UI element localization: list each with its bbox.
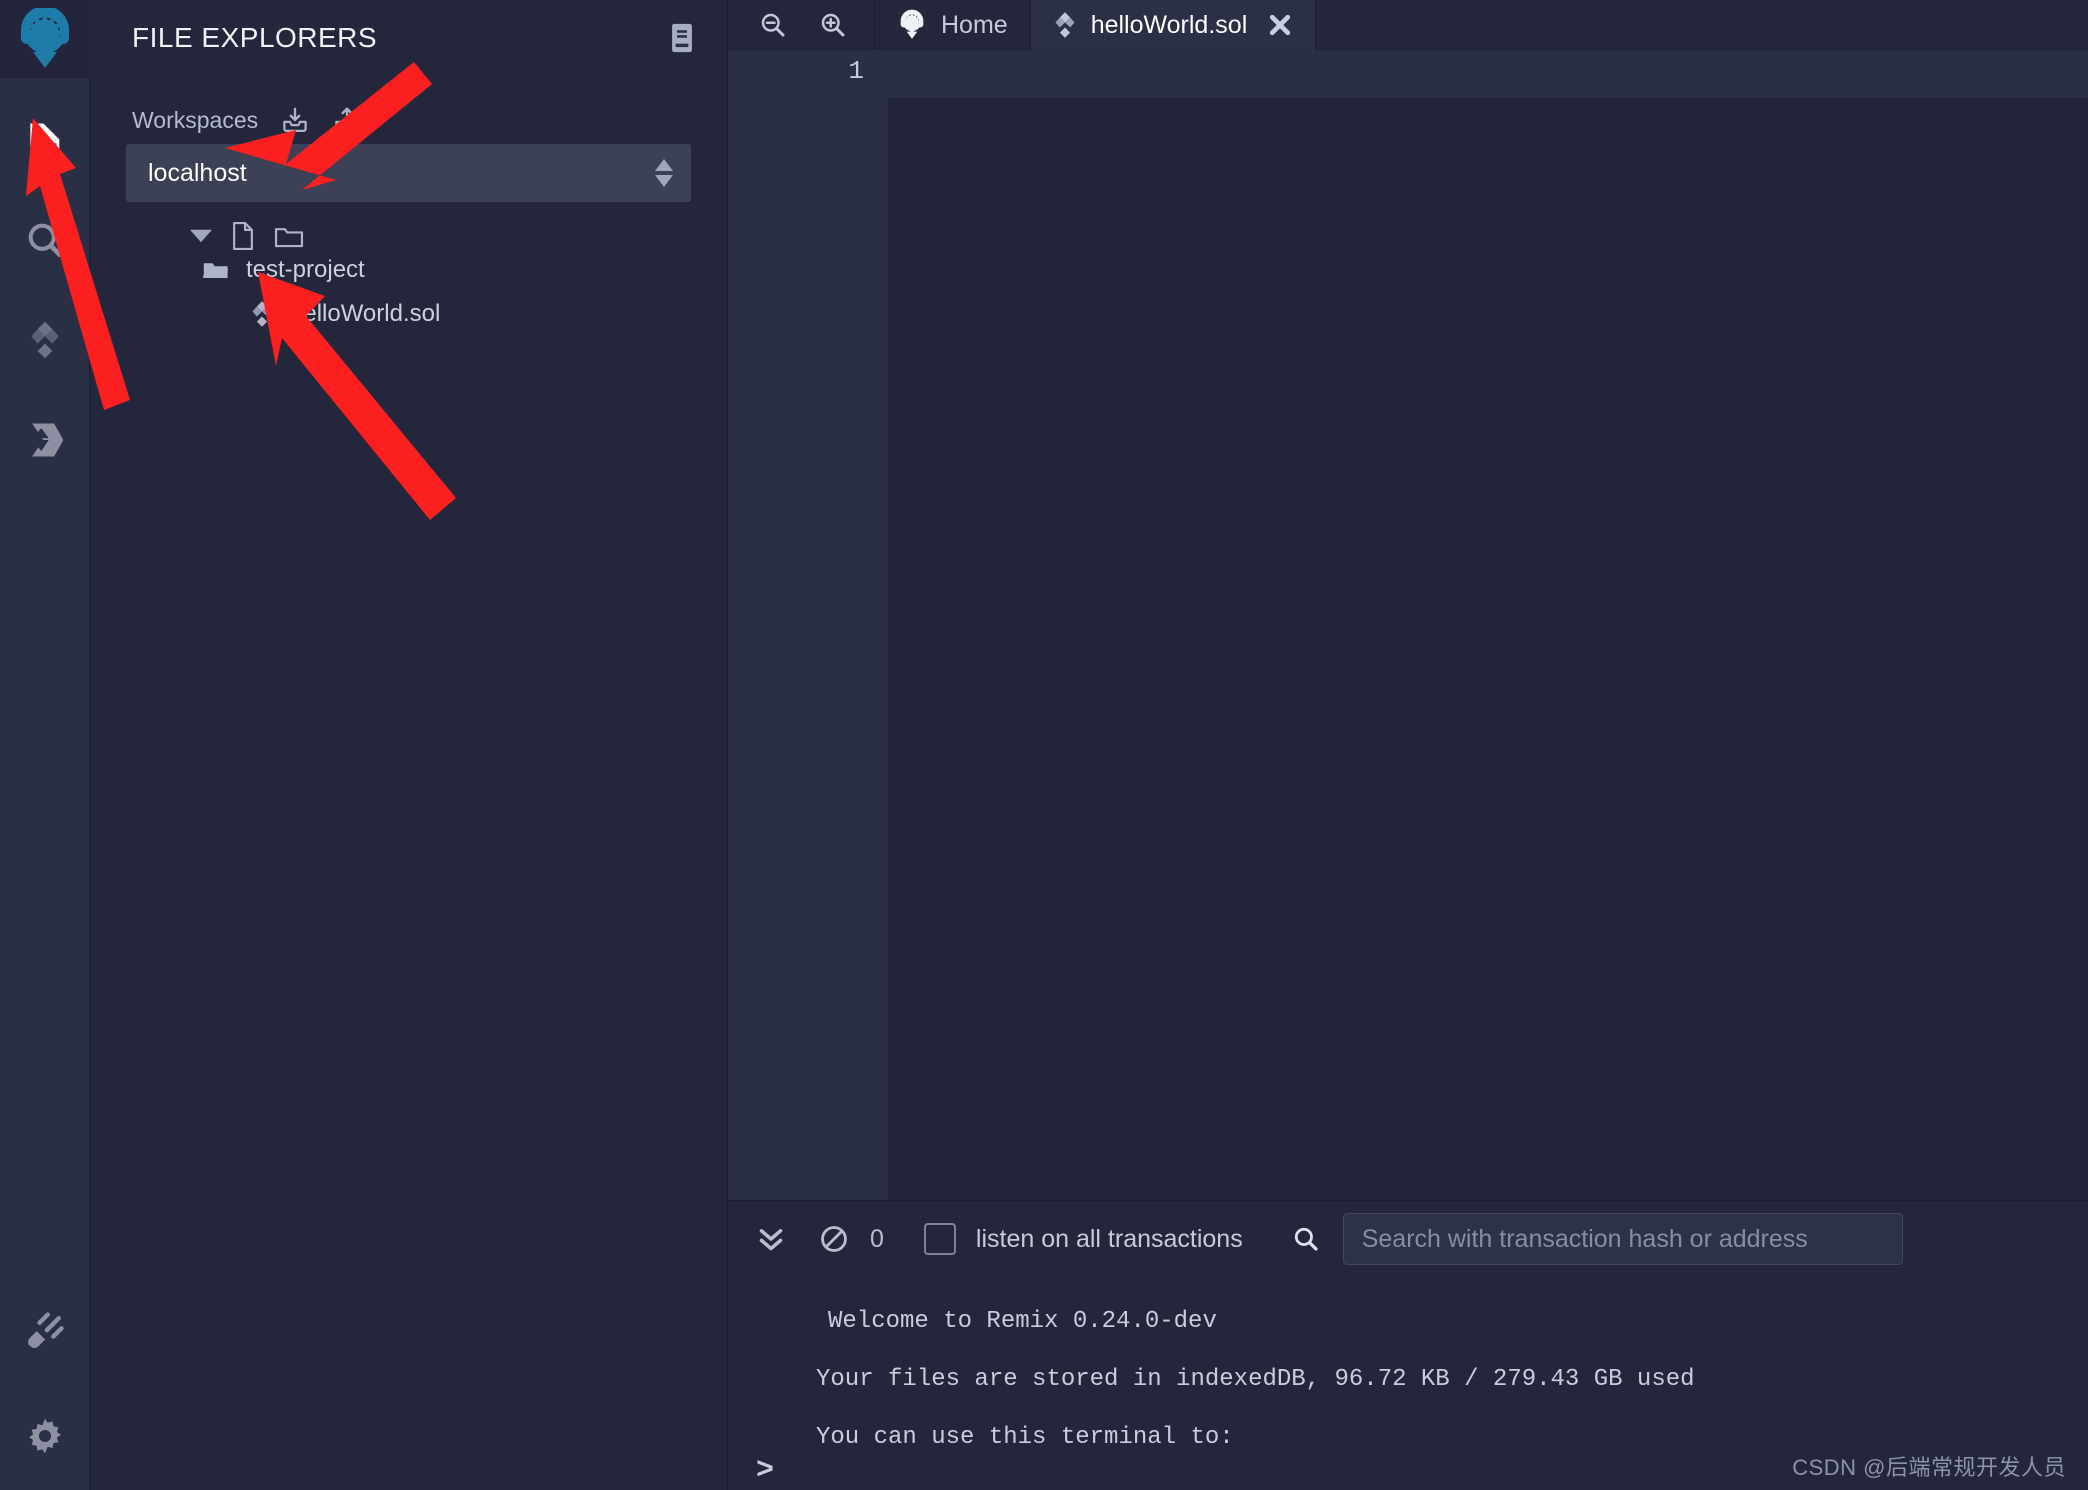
sidebar-item-solidity-compiler[interactable] bbox=[19, 314, 71, 366]
documentation-button[interactable] bbox=[667, 21, 697, 55]
caret-up-icon bbox=[655, 159, 673, 171]
sidebar-item-settings[interactable] bbox=[19, 1410, 71, 1462]
editor-line-number-gutter: 1 bbox=[728, 50, 888, 1200]
tree-item-test-project[interactable]: test-project bbox=[90, 248, 727, 292]
line-number: 1 bbox=[848, 56, 864, 86]
tree-item-label: helloWorld.sol bbox=[290, 300, 441, 327]
workspaces-row: Workspaces bbox=[90, 76, 727, 136]
terminal-line: Welcome to Remix 0.24.0-dev bbox=[828, 1308, 1217, 1335]
solidity-file-icon bbox=[1055, 12, 1075, 38]
tree-item-helloWorld-sol[interactable]: helloWorld.sol bbox=[90, 292, 727, 336]
ban-circle-icon bbox=[821, 1226, 847, 1252]
terminal-toolbar: 0 listen on all transactions bbox=[728, 1201, 2088, 1277]
ethereum-icon bbox=[31, 423, 63, 457]
gear-icon bbox=[29, 1418, 61, 1454]
sidebar-item-search[interactable] bbox=[19, 214, 71, 266]
workspace-select-value: localhost bbox=[148, 158, 247, 187]
file-explorer-header: FILE EXPLORERS bbox=[90, 0, 727, 76]
new-folder-button[interactable] bbox=[274, 223, 304, 249]
activity-bar bbox=[0, 0, 90, 1490]
zoom-in-icon bbox=[821, 13, 845, 37]
remix-logo-icon bbox=[20, 8, 69, 68]
export-workspace-button[interactable] bbox=[332, 105, 362, 135]
tab-label: Home bbox=[941, 10, 1008, 39]
workspace-select[interactable]: localhost bbox=[126, 144, 691, 202]
plug-icon bbox=[28, 1312, 64, 1349]
listen-on-all-transactions-label: listen on all transactions bbox=[975, 1224, 1243, 1253]
terminal-panel: 0 listen on all transactions Welcome to … bbox=[728, 1200, 2088, 1490]
sidebar-item-plugin-manager[interactable] bbox=[19, 1306, 71, 1358]
watermark: CSDN @后端常规开发人员 bbox=[1792, 1455, 2066, 1480]
editor-content[interactable] bbox=[888, 98, 2088, 1200]
tab-label: helloWorld.sol bbox=[1090, 10, 1248, 39]
terminal-collapse-button[interactable] bbox=[756, 1224, 818, 1254]
terminal-prompt[interactable]: > bbox=[756, 1454, 774, 1488]
caret-down-icon bbox=[190, 229, 212, 243]
page-title: FILE EXPLORERS bbox=[132, 22, 378, 53]
terminal-clear-button[interactable] bbox=[818, 1223, 870, 1255]
code-editor[interactable]: 1 bbox=[728, 50, 2088, 1200]
remix-logo bbox=[0, 0, 90, 78]
zoom-out-button[interactable] bbox=[758, 10, 788, 40]
editor-zoom-controls bbox=[728, 0, 875, 50]
editor-tabbar: Home helloWorld.sol bbox=[728, 0, 2088, 50]
import-workspace-button[interactable] bbox=[280, 105, 310, 135]
pending-transactions-count: 0 bbox=[870, 1224, 884, 1253]
file-explorer-panel: FILE EXPLORERS Workspaces localhost test… bbox=[90, 0, 728, 1490]
listen-on-all-transactions-checkbox[interactable] bbox=[923, 1223, 956, 1255]
file-tree-toolbar bbox=[90, 202, 727, 251]
tree-item-label: test-project bbox=[246, 256, 365, 283]
folder-open-icon bbox=[202, 263, 229, 278]
search-icon bbox=[1294, 1227, 1318, 1251]
remix-home-icon bbox=[900, 9, 924, 39]
collapse-all-button[interactable] bbox=[190, 228, 212, 244]
download-inbox-icon bbox=[283, 107, 307, 132]
workspace-select-spinner[interactable] bbox=[655, 159, 673, 187]
tab-home[interactable]: Home bbox=[875, 0, 1031, 50]
tab-close-button[interactable] bbox=[1267, 12, 1293, 38]
sidebar-item-file-explorers[interactable] bbox=[19, 114, 71, 166]
book-icon bbox=[672, 23, 692, 53]
upload-outbox-icon bbox=[335, 107, 359, 132]
caret-down-icon bbox=[655, 175, 673, 187]
new-file-button[interactable] bbox=[230, 221, 256, 251]
solidity-file-icon bbox=[252, 301, 272, 327]
close-icon bbox=[1270, 14, 1291, 36]
new-file-icon bbox=[233, 221, 253, 251]
terminal-line: Your files are stored in indexedDB, 96.7… bbox=[816, 1366, 1695, 1393]
new-folder-icon bbox=[274, 228, 304, 248]
search-icon bbox=[28, 223, 62, 258]
main-area: Home helloWorld.sol 1 0 listen on all tr… bbox=[728, 0, 2088, 1490]
solidity-icon bbox=[30, 321, 59, 359]
files-icon bbox=[29, 123, 59, 158]
sidebar-item-deploy-run[interactable] bbox=[19, 414, 71, 466]
zoom-out-icon bbox=[761, 13, 785, 37]
tab-helloWorld-sol[interactable]: helloWorld.sol bbox=[1030, 0, 1317, 50]
remix-ide-window: FILE EXPLORERS Workspaces localhost test… bbox=[0, 0, 2088, 1490]
workspaces-label: Workspaces bbox=[132, 106, 259, 133]
terminal-search-button[interactable] bbox=[1291, 1224, 1343, 1254]
double-chevron-down-icon bbox=[759, 1229, 783, 1251]
terminal-search-input[interactable] bbox=[1342, 1213, 1903, 1265]
zoom-in-button[interactable] bbox=[818, 10, 848, 40]
